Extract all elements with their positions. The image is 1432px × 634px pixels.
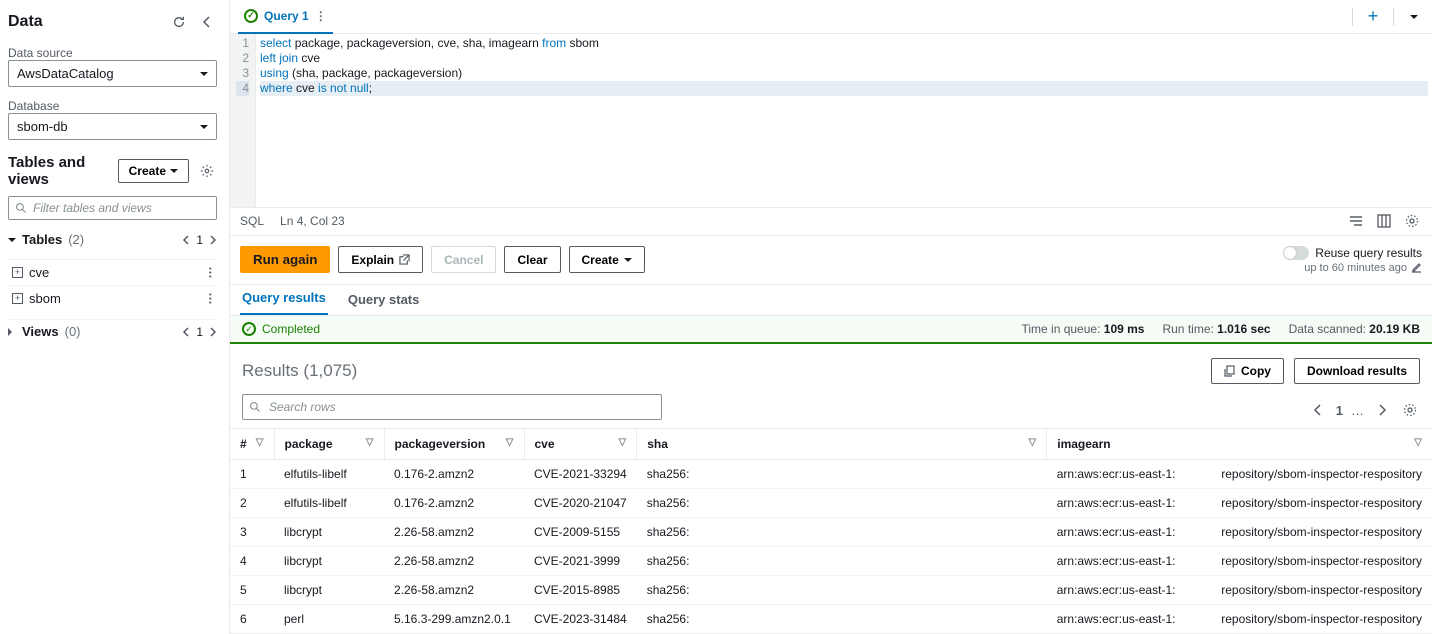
collapse-sidebar-icon[interactable] — [197, 12, 217, 32]
sidebar-title: Data — [8, 13, 43, 31]
database-select[interactable]: sbom-db — [8, 113, 217, 140]
table-row[interactable]: 6perl5.16.3-299.amzn2.0.1CVE-2023-31484s… — [230, 605, 1432, 634]
gear-icon[interactable] — [197, 161, 217, 181]
table-row[interactable]: 5libcrypt2.26-58.amzn2CVE-2015-8985sha25… — [230, 576, 1432, 605]
explain-button[interactable]: Explain — [338, 246, 423, 273]
check-icon: ✓ — [244, 9, 258, 23]
download-results-button[interactable]: Download results — [1294, 358, 1420, 384]
filter-tables-input[interactable]: Filter tables and views — [8, 196, 217, 220]
main: ✓ Query 1 ⋮ + 1234 select package, packa… — [230, 0, 1432, 634]
table-row[interactable]: 4libcrypt2.26-58.amzn2CVE-2021-3999sha25… — [230, 547, 1432, 576]
editor-code[interactable]: select package, packageversion, cve, sha… — [256, 34, 1432, 98]
tab-query-results[interactable]: Query results — [240, 290, 328, 315]
results-tabs: Query results Query stats — [230, 285, 1432, 316]
filter-placeholder: Filter tables and views — [33, 201, 152, 215]
next-page-icon[interactable] — [1372, 400, 1392, 420]
settings-icon[interactable] — [1402, 211, 1422, 231]
more-icon[interactable]: ⋯ — [204, 266, 218, 279]
tab-menu-icon[interactable]: ⋮ — [315, 9, 327, 23]
refresh-icon[interactable] — [169, 12, 189, 32]
table-row[interactable]: 3libcrypt2.26-58.amzn2CVE-2009-5155sha25… — [230, 518, 1432, 547]
data-source-select[interactable]: AwsDataCatalog — [8, 60, 217, 87]
table-settings-icon[interactable] — [1400, 400, 1420, 420]
create-table-button[interactable]: Create — [118, 159, 189, 183]
edit-icon[interactable] — [1411, 262, 1422, 273]
format-icon[interactable] — [1346, 211, 1366, 231]
table-item-sbom[interactable]: +sbom⋯ — [8, 285, 217, 311]
layout-icon[interactable] — [1374, 211, 1394, 231]
editor-gutter: 1234 — [230, 34, 256, 207]
database-label: Database — [8, 99, 217, 113]
search-rows-input[interactable]: Search rows — [242, 394, 662, 420]
results-table: #▽ package▽ packageversion▽ cve▽ sha▽ im… — [230, 428, 1432, 634]
cancel-button: Cancel — [431, 246, 496, 273]
sql-editor[interactable]: 1234 select package, packageversion, cve… — [230, 34, 1432, 208]
views-header[interactable]: Views (0) 1 — [8, 319, 217, 343]
editor-statusbar: SQLLn 4, Col 23 — [230, 208, 1432, 236]
run-again-button[interactable]: Run again — [240, 246, 330, 273]
data-source-label: Data source — [8, 46, 217, 60]
clear-button[interactable]: Clear — [504, 246, 560, 273]
run-status-bar: ✓Completed Time in queue: 109 ms Run tim… — [230, 316, 1432, 344]
results-pager: 1 … — [1308, 400, 1420, 420]
reuse-toggle[interactable] — [1283, 246, 1309, 260]
action-bar: Run again Explain Cancel Clear Create Re… — [230, 236, 1432, 285]
sidebar: Data Data source AwsDataCatalog Database… — [0, 0, 230, 634]
query-tab-1[interactable]: ✓ Query 1 ⋮ — [238, 0, 333, 34]
table-row[interactable]: 2elfutils-libelf0.176-2.amzn2CVE-2020-21… — [230, 489, 1432, 518]
more-icon[interactable]: ⋯ — [204, 292, 218, 305]
tab-query-stats[interactable]: Query stats — [346, 292, 422, 315]
results-header: Results (1,075) Copy Download results — [230, 344, 1432, 392]
tables-views-title: Tables and views — [8, 154, 118, 188]
tab-menu-caret-icon[interactable] — [1404, 7, 1424, 27]
tables-header[interactable]: Tables (2) 1 — [8, 228, 217, 251]
copy-button[interactable]: Copy — [1211, 358, 1284, 384]
check-icon: ✓ — [242, 322, 256, 336]
new-tab-icon[interactable]: + — [1363, 7, 1383, 27]
create-button[interactable]: Create — [569, 246, 645, 273]
table-item-cve[interactable]: +cve⋯ — [8, 259, 217, 285]
table-row[interactable]: 1elfutils-libelf0.176-2.amzn2CVE-2021-33… — [230, 460, 1432, 489]
prev-page-icon[interactable] — [1308, 400, 1328, 420]
query-tabs: ✓ Query 1 ⋮ + — [230, 0, 1432, 34]
